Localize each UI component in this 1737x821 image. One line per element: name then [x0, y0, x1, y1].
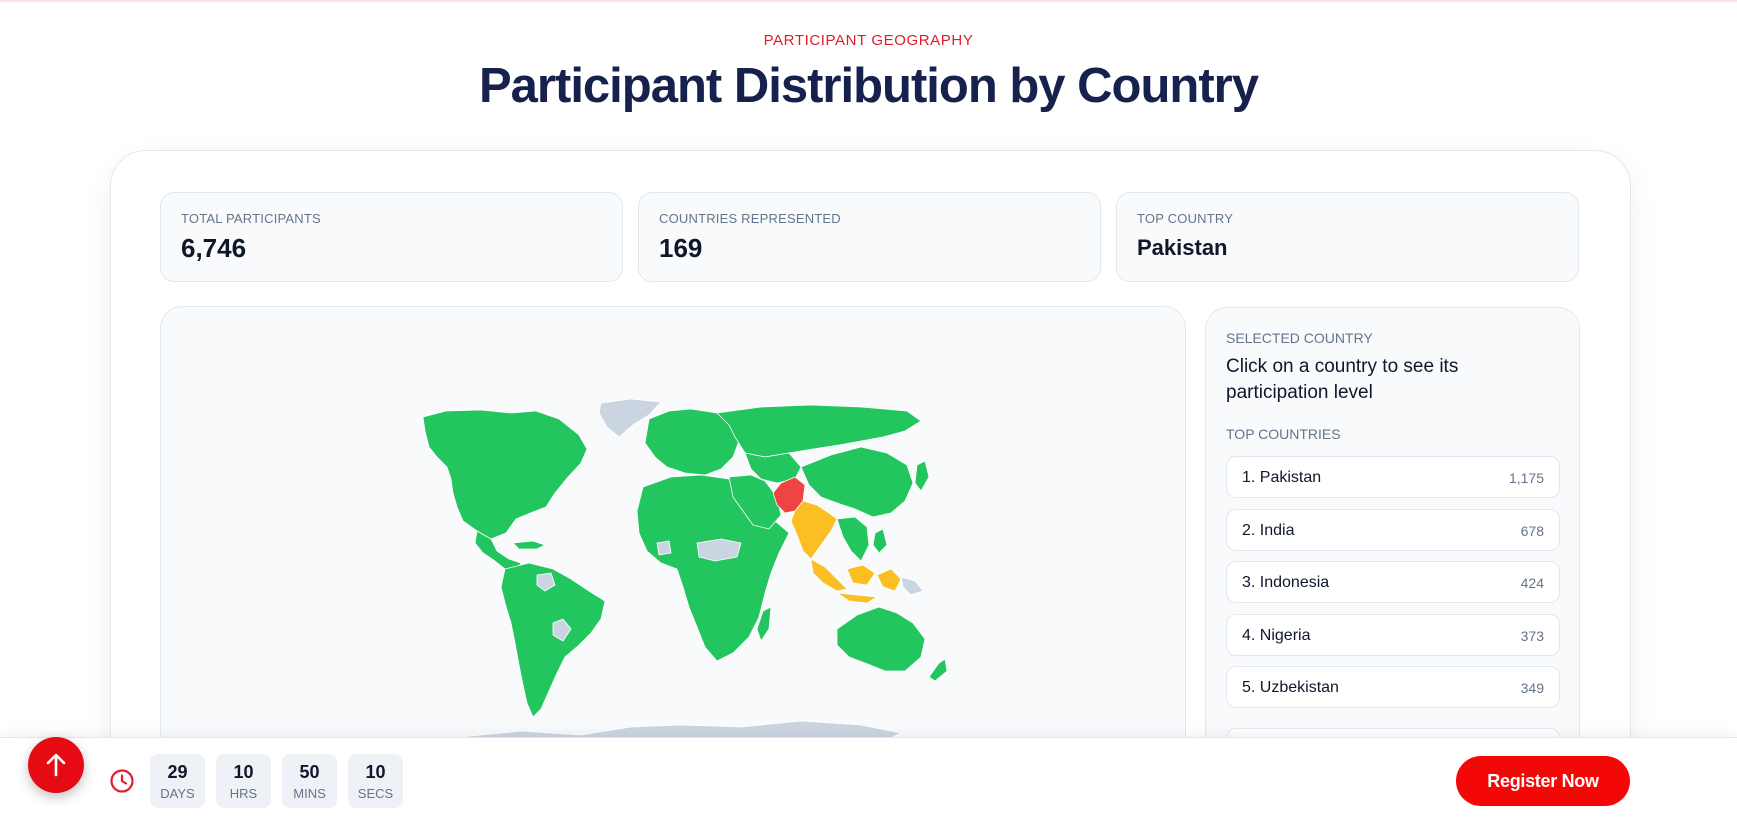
- countdown-value: 10: [365, 762, 386, 782]
- map-country-japan[interactable]: [914, 460, 930, 492]
- countdown-minutes: 50 MINS: [282, 754, 337, 808]
- country-count: 349: [1520, 680, 1544, 696]
- scroll-to-top-button[interactable]: [28, 737, 84, 793]
- map-region-north-america[interactable]: [422, 409, 588, 540]
- country-name: 3. Indonesia: [1242, 574, 1330, 591]
- stat-card-top-country: TOP COUNTRY Pakistan: [1116, 192, 1579, 282]
- top-country-item[interactable]: 1. Pakistan 1,175: [1226, 456, 1560, 498]
- country-name: 5. Uzbekistan: [1242, 679, 1339, 696]
- country-name: 4. Nigeria: [1242, 627, 1311, 644]
- map-region-southeast-asia[interactable]: [836, 516, 870, 562]
- map-country-indonesia[interactable]: [846, 564, 876, 586]
- country-name: 1. Pakistan: [1242, 469, 1322, 486]
- countdown-value: 29: [167, 762, 188, 782]
- selected-country-label: SELECTED COUNTRY: [1226, 330, 1373, 346]
- world-map-svg: [422, 398, 948, 750]
- stat-card-total-participants: TOTAL PARTICIPANTS 6,746: [160, 192, 623, 282]
- top-accent-line: [0, 0, 1737, 2]
- map-country-new-zealand[interactable]: [928, 658, 948, 682]
- stat-label: COUNTRIES REPRESENTED: [659, 211, 841, 226]
- stat-value: 6,746: [181, 233, 247, 263]
- stat-value: Pakistan: [1137, 235, 1228, 260]
- country-sidebar: SELECTED COUNTRY Click on a country to s…: [1205, 307, 1580, 777]
- countdown-seconds: 10 SECS: [348, 754, 403, 808]
- register-now-button[interactable]: Register Now: [1456, 756, 1630, 806]
- countdown-unit: SECS: [357, 786, 394, 801]
- countdown-value: 50: [299, 762, 320, 782]
- map-country-indonesia[interactable]: [810, 558, 848, 592]
- map-region-russia[interactable]: [716, 404, 922, 458]
- clock-icon: [110, 769, 134, 793]
- country-count: 424: [1520, 575, 1544, 591]
- section-eyebrow: PARTICIPANT GEOGRAPHY: [763, 32, 974, 49]
- top-country-item[interactable]: 4. Nigeria 373: [1226, 614, 1560, 656]
- map-country-philippines[interactable]: [872, 528, 888, 554]
- map-country-indonesia[interactable]: [876, 568, 902, 592]
- stat-label: TOTAL PARTICIPANTS: [181, 211, 321, 226]
- countdown-unit: DAYS: [160, 786, 195, 801]
- stat-value: 169: [659, 233, 703, 263]
- map-region-central-america[interactable]: [474, 530, 522, 570]
- map-country-australia[interactable]: [836, 606, 926, 672]
- stat-card-countries-represented: COUNTRIES REPRESENTED 169: [638, 192, 1101, 282]
- map-country-no-data[interactable]: [900, 576, 924, 596]
- top-countries-label: TOP COUNTRIES: [1226, 426, 1341, 442]
- map-region-caribbean[interactable]: [512, 540, 546, 550]
- arrow-up-icon: [46, 753, 66, 777]
- top-country-item[interactable]: 2. India 678: [1226, 509, 1560, 551]
- countdown-unit: HRS: [229, 786, 258, 801]
- countdown-unit: MINS: [293, 786, 326, 801]
- top-country-item[interactable]: 5. Uzbekistan 349: [1226, 666, 1560, 708]
- countdown-hours: 10 HRS: [216, 754, 271, 808]
- country-count: 373: [1520, 628, 1544, 644]
- world-map[interactable]: [160, 306, 1186, 776]
- country-count: 678: [1520, 523, 1544, 539]
- map-country-no-data[interactable]: [696, 538, 742, 562]
- top-country-item[interactable]: 3. Indonesia 424: [1226, 561, 1560, 603]
- map-country-no-data[interactable]: [656, 540, 672, 556]
- country-count: 1,175: [1508, 470, 1544, 486]
- page-title: Participant Distribution by Country: [479, 59, 1259, 113]
- map-country-india[interactable]: [790, 500, 838, 560]
- stat-label: TOP COUNTRY: [1137, 211, 1234, 226]
- selected-country-hint: Click on a country to see its participat…: [1226, 356, 1459, 403]
- map-country-indonesia[interactable]: [836, 592, 878, 604]
- countdown-days: 29 DAYS: [150, 754, 205, 808]
- country-name: 2. India: [1242, 522, 1295, 539]
- countdown-value: 10: [233, 762, 254, 782]
